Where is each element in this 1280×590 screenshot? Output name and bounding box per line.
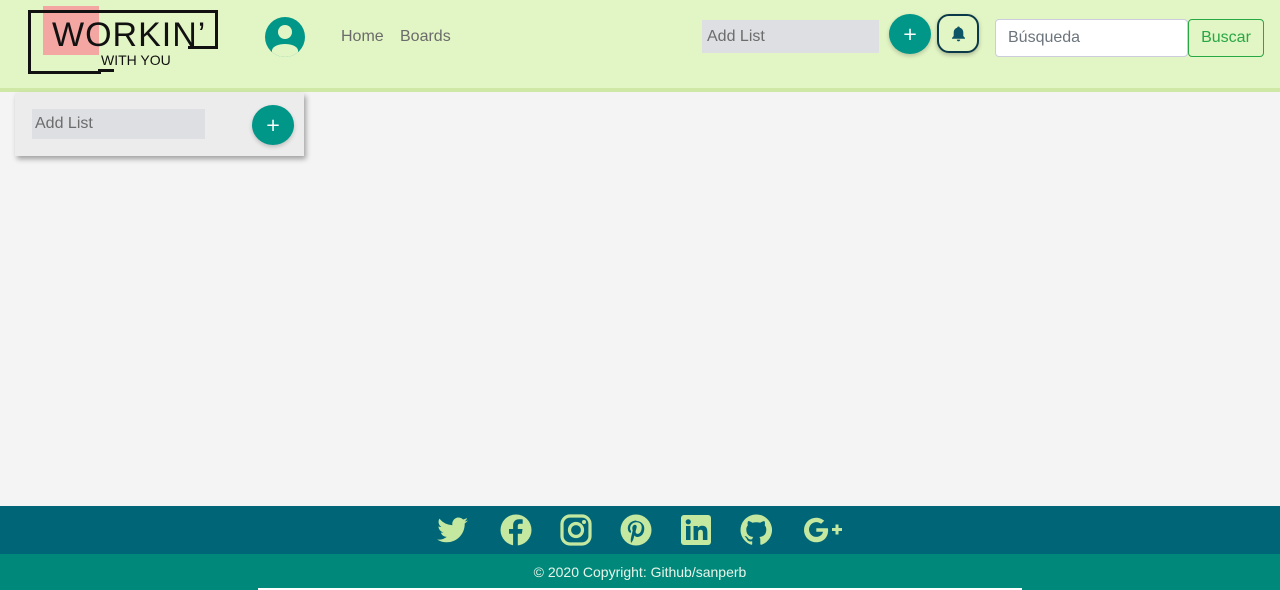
- copyright-text: © 2020 Copyright: Github/sanperb: [533, 564, 747, 580]
- logo-subtitle: WITH YOU: [101, 52, 171, 68]
- footer-social-bar: [0, 506, 1280, 554]
- brand-logo[interactable]: WORKIN’ WITH YOU: [28, 6, 220, 74]
- twitter-icon[interactable]: [437, 514, 469, 546]
- notifications-button[interactable]: [937, 14, 979, 53]
- github-icon[interactable]: [740, 514, 773, 546]
- nav-link-boards[interactable]: Boards: [400, 28, 451, 46]
- add-list-input[interactable]: [702, 20, 879, 53]
- card-add-button[interactable]: +: [252, 105, 294, 145]
- instagram-icon[interactable]: [560, 514, 592, 546]
- footer-copyright-bar: © 2020 Copyright: Github/sanperb: [0, 554, 1280, 590]
- card-add-list-input[interactable]: [32, 109, 205, 139]
- facebook-icon[interactable]: [500, 514, 532, 546]
- user-avatar-icon[interactable]: [265, 17, 305, 57]
- nav-link-home[interactable]: Home: [341, 28, 384, 46]
- add-list-card: +: [15, 93, 304, 156]
- logo-title: WORKIN’: [52, 16, 207, 54]
- bell-icon: [952, 26, 965, 42]
- search-button[interactable]: Buscar: [1188, 19, 1264, 57]
- search-input[interactable]: [995, 19, 1188, 57]
- logo-frame-underline: [98, 69, 114, 72]
- navbar: WORKIN’ WITH YOU Home Boards + Buscar: [0, 0, 1280, 88]
- pinterest-icon[interactable]: [620, 514, 652, 546]
- linkedin-icon[interactable]: [680, 514, 712, 546]
- navbar-divider: [0, 88, 1280, 92]
- google-plus-icon[interactable]: [802, 514, 844, 546]
- add-list-button[interactable]: +: [889, 14, 931, 54]
